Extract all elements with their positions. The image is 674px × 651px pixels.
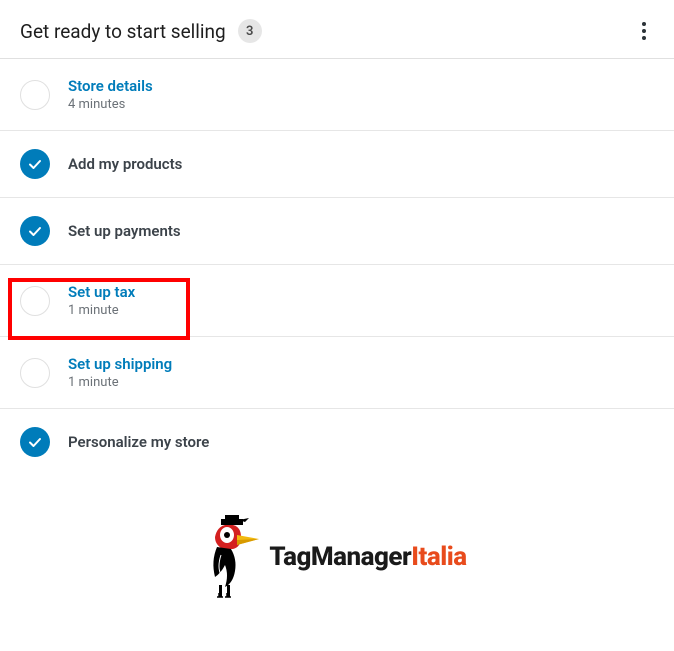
task-list: Store details 4 minutes Add my products	[0, 59, 674, 475]
more-options-button[interactable]	[634, 18, 654, 44]
task-item-store-details[interactable]: Store details 4 minutes	[0, 59, 674, 131]
task-subtitle: 4 minutes	[68, 97, 153, 112]
task-text: Store details 4 minutes	[68, 77, 153, 112]
task-item-personalize-store[interactable]: Personalize my store	[0, 409, 674, 475]
brand-text: TagManagerItalia	[269, 542, 466, 572]
task-title: Set up shipping	[68, 355, 172, 373]
task-text: Personalize my store	[68, 433, 209, 451]
checked-circle-icon	[20, 149, 50, 179]
page-title: Get ready to start selling	[20, 20, 226, 43]
task-item-set-up-payments[interactable]: Set up payments	[0, 198, 674, 265]
task-title: Add my products	[68, 155, 182, 173]
task-item-set-up-shipping[interactable]: Set up shipping 1 minute	[0, 337, 674, 409]
panel-header: Get ready to start selling 3	[0, 0, 674, 59]
task-title: Store details	[68, 77, 153, 95]
task-title: Set up tax	[68, 283, 135, 301]
task-item-set-up-tax[interactable]: Set up tax 1 minute	[0, 265, 674, 337]
brand-text-part2: Italia	[411, 542, 466, 572]
task-text: Set up shipping 1 minute	[68, 355, 172, 390]
woodpecker-mascot-icon	[207, 515, 261, 599]
header-left: Get ready to start selling 3	[20, 19, 262, 43]
task-text: Set up tax 1 minute	[68, 283, 135, 318]
task-subtitle: 1 minute	[68, 303, 135, 318]
unchecked-circle-icon	[20, 80, 50, 110]
task-item-add-products[interactable]: Add my products	[0, 131, 674, 198]
more-vertical-icon	[642, 22, 646, 40]
unchecked-circle-icon	[20, 358, 50, 388]
task-subtitle: 1 minute	[68, 375, 172, 390]
task-text: Set up payments	[68, 222, 181, 240]
brand-logo: TagManagerItalia	[0, 515, 674, 599]
check-icon	[27, 223, 43, 239]
unchecked-circle-icon	[20, 286, 50, 316]
check-icon	[27, 156, 43, 172]
task-title: Set up payments	[68, 222, 181, 240]
brand-text-part1: TagManager	[269, 542, 411, 572]
checked-circle-icon	[20, 216, 50, 246]
check-icon	[27, 434, 43, 450]
checked-circle-icon	[20, 427, 50, 457]
remaining-count-badge: 3	[238, 19, 262, 43]
task-text: Add my products	[68, 155, 182, 173]
task-title: Personalize my store	[68, 433, 209, 451]
